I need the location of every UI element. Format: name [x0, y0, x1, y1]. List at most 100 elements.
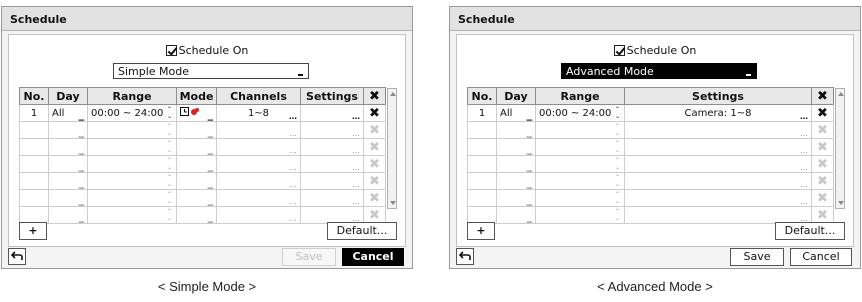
cancel-button[interactable]: Cancel [342, 248, 404, 266]
back-button[interactable] [456, 248, 474, 265]
more-icon: … [352, 180, 360, 189]
cell-range[interactable]: 00:00 ~ 24:00 ⌃ ⌄ [87, 104, 177, 122]
table-row[interactable]: ▁ ⌃ ⌄ ▁…… ✖ [19, 172, 398, 190]
cell-settings[interactable]: … [300, 104, 364, 122]
scrollbar-cell [386, 87, 398, 224]
spin-icon: ⌃ ⌄ [614, 140, 620, 154]
x-icon: ✖ [817, 88, 828, 104]
table-row[interactable]: 1 All ▁ 00:00 ~ 24:00 ⌃ ⌄ ▁ 1~8 … … ✖ [19, 104, 398, 122]
table-row[interactable]: ▁ ⌃ ⌄ ▁…… ✖ [19, 206, 398, 224]
schedule-on-label: Schedule On [178, 44, 249, 57]
more-icon: … [289, 163, 297, 172]
more-icon: … [352, 129, 360, 138]
add-schedule-button[interactable]: + [19, 222, 47, 240]
schedule-mode-dropdown[interactable]: Simple Mode [113, 63, 309, 79]
delete-row-button[interactable]: ✖ [363, 206, 386, 224]
channels-value: 1~8 [247, 107, 270, 119]
schedule-mode-value: Advanced Mode [566, 65, 654, 78]
x-icon: ✖ [817, 207, 828, 223]
more-icon: … [800, 129, 808, 138]
table-row[interactable]: ▁ ⌃ ⌄ ▁…… ✖ [19, 189, 398, 207]
dialog-footer: Save Cancel [450, 246, 860, 268]
x-icon: ✖ [369, 139, 380, 155]
delete-row-button[interactable]: ✖ [811, 206, 834, 224]
default-button[interactable]: Default... [775, 222, 845, 240]
delete-row-button[interactable]: ✖ [811, 104, 834, 122]
more-icon: … [289, 197, 297, 206]
col-header-settings: Settings [624, 87, 812, 105]
delete-row-button[interactable]: ✖ [363, 104, 386, 122]
cell-mode[interactable]: ▁ [176, 104, 217, 122]
cell-channels[interactable]: 1~8… [216, 104, 301, 122]
delete-row-button[interactable]: ✖ [811, 155, 834, 173]
delete-row-button[interactable]: ✖ [363, 138, 386, 156]
cell-settings[interactable]: Camera: 1~8… [624, 104, 812, 122]
default-button[interactable]: Default... [327, 222, 397, 240]
table-row[interactable]: ▁ ⌃ ⌄… ✖ [467, 138, 846, 156]
x-icon: ✖ [369, 173, 380, 189]
delete-row-button[interactable]: ✖ [811, 121, 834, 139]
table-row[interactable]: ▁ ⌃ ⌄ ▁…… ✖ [19, 121, 398, 139]
spin-icon: ⌃ ⌄ [166, 157, 172, 171]
schedule-mode-dropdown[interactable]: Advanced Mode [561, 63, 757, 79]
delete-row-button[interactable]: ✖ [363, 172, 386, 190]
table-row[interactable]: ▁ ⌃ ⌄… ✖ [467, 121, 846, 139]
cancel-button[interactable]: Cancel [790, 248, 852, 266]
spin-icon: ⌃ ⌄ [166, 191, 172, 205]
more-icon: … [352, 197, 360, 206]
col-header-no: No. [19, 87, 49, 105]
schedule-table: No. Day Range Mode Channels Settings ✖ 1… [19, 87, 398, 224]
schedule-table: No. Day Range Settings ✖ 1 All ▁ 00:00 ~ … [467, 87, 846, 224]
cell-day[interactable]: All ▁ [48, 104, 88, 122]
schedule-on-checkbox[interactable] [613, 45, 625, 56]
add-schedule-button[interactable]: + [467, 222, 495, 240]
more-icon: … [289, 129, 297, 138]
table-scrollbar[interactable] [387, 87, 397, 209]
back-button[interactable] [8, 248, 26, 265]
col-header-day: Day [48, 87, 88, 105]
table-scrollbar[interactable] [835, 87, 845, 209]
table-row[interactable]: ▁ ⌃ ⌄ ▁…… ✖ [19, 155, 398, 173]
dropdown-icon: ▁ [526, 130, 532, 138]
schedule-on-row: Schedule On [9, 44, 405, 57]
table-row[interactable]: ▁ ⌃ ⌄… ✖ [467, 172, 846, 190]
delete-row-button[interactable]: ✖ [363, 155, 386, 173]
x-icon: ✖ [369, 190, 380, 206]
cell-no: 1 [19, 104, 49, 122]
cell-no: 1 [467, 104, 497, 122]
schedule-dialog-simple: Schedule Schedule On Simple Mode No. Day… [1, 6, 413, 269]
delete-row-button[interactable]: ✖ [811, 189, 834, 207]
table-header-row: No. Day Range Settings ✖ [467, 87, 846, 209]
dialog-title: Schedule [2, 7, 412, 31]
save-button[interactable]: Save [282, 248, 336, 266]
spin-icon: ⌃ ⌄ [614, 208, 620, 222]
day-value: All [52, 107, 65, 119]
scroll-up-icon [390, 91, 396, 96]
delete-row-button[interactable]: ✖ [363, 121, 386, 139]
dropdown-icon: ▁ [207, 130, 213, 138]
table-row[interactable]: ▁ ⌃ ⌄ ▁…… ✖ [19, 138, 398, 156]
delete-row-button[interactable]: ✖ [363, 189, 386, 207]
x-icon: ✖ [817, 156, 828, 172]
schedule-on-checkbox[interactable] [165, 45, 177, 56]
table-row[interactable]: ▁ ⌃ ⌄… ✖ [467, 206, 846, 224]
schedule-dialog-advanced: Schedule Schedule On Advanced Mode No. D… [449, 6, 861, 269]
cell-day[interactable]: All ▁ [496, 104, 536, 122]
dropdown-icon: ▁ [78, 147, 84, 155]
dropdown-icon: ▁ [207, 198, 213, 206]
schedule-on-label: Schedule On [626, 44, 697, 57]
scroll-down-icon [390, 200, 396, 205]
dialog-title: Schedule [450, 7, 860, 31]
col-header-delete: ✖ [363, 87, 386, 105]
table-row[interactable]: ▁ ⌃ ⌄… ✖ [467, 155, 846, 173]
save-button[interactable]: Save [730, 248, 784, 266]
day-value: All [500, 107, 513, 119]
cell-range[interactable]: 00:00 ~ 24:00 ⌃ ⌄ [535, 104, 625, 122]
table-row[interactable]: ▁ ⌃ ⌄… ✖ [467, 189, 846, 207]
delete-row-button[interactable]: ✖ [811, 172, 834, 190]
x-icon: ✖ [369, 88, 380, 104]
chevron-down-icon [298, 74, 303, 76]
delete-row-button[interactable]: ✖ [811, 138, 834, 156]
table-row[interactable]: 1 All ▁ 00:00 ~ 24:00 ⌃ ⌄ Camera: 1~8 … ✖ [467, 104, 846, 122]
chevron-down-icon [746, 74, 751, 76]
